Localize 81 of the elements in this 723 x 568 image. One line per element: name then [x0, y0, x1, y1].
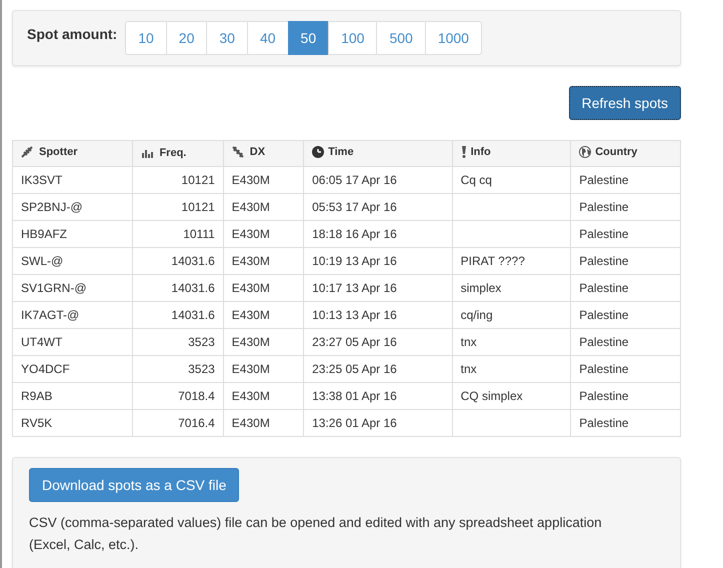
table-cell: 10:13 13 Apr 16: [304, 302, 452, 328]
table-cell: E430M: [223, 410, 304, 436]
table-cell: 14031.6: [132, 302, 224, 328]
header-label: Time: [328, 146, 354, 158]
amount-option[interactable]: 100: [328, 21, 378, 55]
table-cell: 10111: [132, 220, 224, 248]
table-cell: 14031.6: [132, 248, 224, 274]
table-cell: E430M: [223, 194, 304, 220]
header-label: Info: [470, 146, 491, 158]
table-cell: CQ simplex: [452, 382, 571, 410]
antenna-icon: [21, 146, 35, 158]
amount-option[interactable]: 30: [206, 21, 248, 55]
table-cell: Palestine: [570, 248, 680, 274]
csv-note: CSV (comma-separated values) file can be opened and edited with any spreadsheet application (Excel, Calc, etc.).: [29, 514, 603, 554]
table-cell: 10121: [132, 194, 224, 220]
table-cell: E430M: [223, 220, 304, 248]
table-cell: 3523: [132, 356, 224, 382]
table-cell: SP2BNJ-@: [12, 194, 133, 220]
amount-option[interactable]: 40: [246, 21, 289, 55]
amount-option[interactable]: 20: [166, 21, 208, 55]
exclamation-icon: [460, 146, 467, 158]
clock-icon: [312, 146, 324, 158]
satellite-icon: [232, 146, 246, 158]
table-cell: E430M: [223, 302, 304, 328]
table-cell: YO4DCF: [12, 356, 133, 382]
table-cell: 18:18 16 Apr 16: [304, 220, 452, 248]
table-cell: 13:26 01 Apr 16: [304, 410, 452, 436]
header-label: Country: [595, 146, 638, 158]
table-cell: 10:19 13 Apr 16: [304, 248, 452, 274]
refresh-button[interactable]: Refresh spots: [568, 86, 681, 120]
table-cell: R9AB: [12, 382, 133, 410]
table-cell: E430M: [223, 166, 304, 194]
table-cell: 23:27 05 Apr 16: [304, 328, 452, 356]
amount-option[interactable]: 10: [125, 21, 167, 55]
table-cell: 7018.4: [132, 382, 224, 410]
table-cell: tnx: [452, 328, 571, 356]
amount-option[interactable]: 500: [376, 21, 426, 55]
download-button[interactable]: Download spots as a CSV file: [29, 468, 240, 502]
header-label: DX: [250, 146, 266, 158]
table-cell: Palestine: [570, 356, 680, 382]
table-cell: HB9AFZ: [12, 220, 133, 248]
table-cell: E430M: [223, 274, 304, 302]
table-cell: Palestine: [570, 194, 680, 220]
spot-amount-label: Spot amount:: [27, 26, 118, 42]
bar-chart-icon: [141, 148, 156, 158]
table-cell: Palestine: [570, 328, 680, 356]
table-cell: Palestine: [570, 274, 680, 302]
table-cell: Cq cq: [452, 166, 571, 194]
table-cell: IK3SVT: [12, 166, 133, 194]
table-cell: Palestine: [570, 302, 680, 328]
table-cell: SV1GRN-@: [12, 274, 133, 302]
header-label: Spotter: [39, 146, 78, 158]
table-cell: 3523: [132, 328, 224, 356]
table-cell: simplex: [452, 274, 571, 302]
table-cell: E430M: [223, 328, 304, 356]
table-cell: 05:53 17 Apr 16: [304, 194, 452, 220]
table-cell: UT4WT: [12, 328, 133, 356]
header-label: Freq.: [159, 146, 186, 158]
table-cell: Palestine: [570, 382, 680, 410]
table-cell: SWL-@: [12, 248, 133, 274]
amount-option[interactable]: 50: [288, 21, 330, 55]
table-cell: Palestine: [570, 220, 680, 248]
table-cell: E430M: [223, 382, 304, 410]
table-cell: E430M: [223, 356, 304, 382]
table-cell: Palestine: [570, 166, 680, 194]
table-cell: 13:38 01 Apr 16: [304, 382, 452, 410]
table-cell: 10121: [132, 166, 224, 194]
table-cell: cq/ing: [452, 302, 571, 328]
table-cell: 23:25 05 Apr 16: [304, 356, 452, 382]
table-cell: tnx: [452, 356, 571, 382]
table-cell: 06:05 17 Apr 16: [304, 166, 452, 194]
amount-option[interactable]: 1000: [424, 21, 482, 55]
table-cell: 14031.6: [132, 274, 224, 302]
table-cell: 10:17 13 Apr 16: [304, 274, 452, 302]
table-cell: E430M: [223, 248, 304, 274]
table-cell: PIRAT ????: [452, 248, 571, 274]
table-cell: RV5K: [12, 410, 133, 436]
table-cell: IK7AGT-@: [12, 302, 133, 328]
table-cell: 7016.4: [132, 410, 224, 436]
globe-icon: [579, 146, 592, 158]
table-cell: Palestine: [570, 410, 680, 436]
